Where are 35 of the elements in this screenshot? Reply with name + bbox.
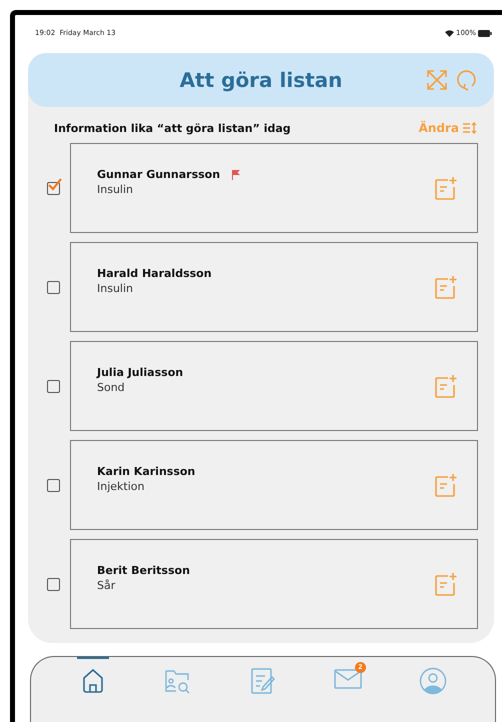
checkbox[interactable] [47, 478, 60, 492]
task-label: Insulin [97, 183, 134, 196]
patient-name: Karin Karinsson [97, 465, 196, 478]
task-label: Sår [97, 579, 116, 592]
patient-name: Gunnar Gunnarsson [97, 168, 220, 181]
checkbox[interactable] [47, 578, 60, 590]
home-icon[interactable] [81, 667, 106, 693]
checkbox[interactable] [47, 380, 60, 392]
profile-icon[interactable] [418, 667, 447, 695]
task-card[interactable]: Gunnar Gunnarsson Insulin [70, 143, 478, 233]
mail-icon[interactable] [332, 667, 363, 691]
task-card[interactable]: Harald Haraldsson Insulin [70, 242, 478, 332]
task-label: Insulin [97, 282, 134, 295]
task-label: Sond [97, 381, 126, 394]
battery-icon [478, 30, 492, 36]
page-title: Att göra listan [180, 68, 342, 92]
note-add-icon[interactable] [433, 472, 459, 498]
patient-name: Berit Beritsson [97, 564, 190, 577]
task-card[interactable]: Karin Karinsson Injektion [70, 440, 478, 530]
note-add-icon[interactable] [433, 175, 459, 201]
section-title: Information lika “att göra listan” idag [54, 122, 291, 134]
patient-name: Harald Haraldsson [97, 267, 212, 280]
task-card[interactable]: Berit Beritsson Sår [70, 539, 478, 629]
wifi-icon [444, 30, 454, 36]
task-card[interactable]: Julia Juliasson Sond [70, 341, 478, 431]
patient-name: Julia Juliasson [97, 366, 184, 379]
checkbox[interactable] [47, 280, 60, 294]
note-add-icon[interactable] [433, 373, 459, 399]
note-add-icon[interactable] [433, 571, 459, 597]
task-label: Injektion [97, 480, 146, 493]
note-add-icon[interactable] [433, 274, 459, 300]
sort-icon [462, 122, 478, 134]
expand-icon[interactable] [426, 69, 448, 91]
refresh-icon[interactable] [456, 69, 478, 91]
edit-note-icon[interactable] [248, 667, 277, 695]
